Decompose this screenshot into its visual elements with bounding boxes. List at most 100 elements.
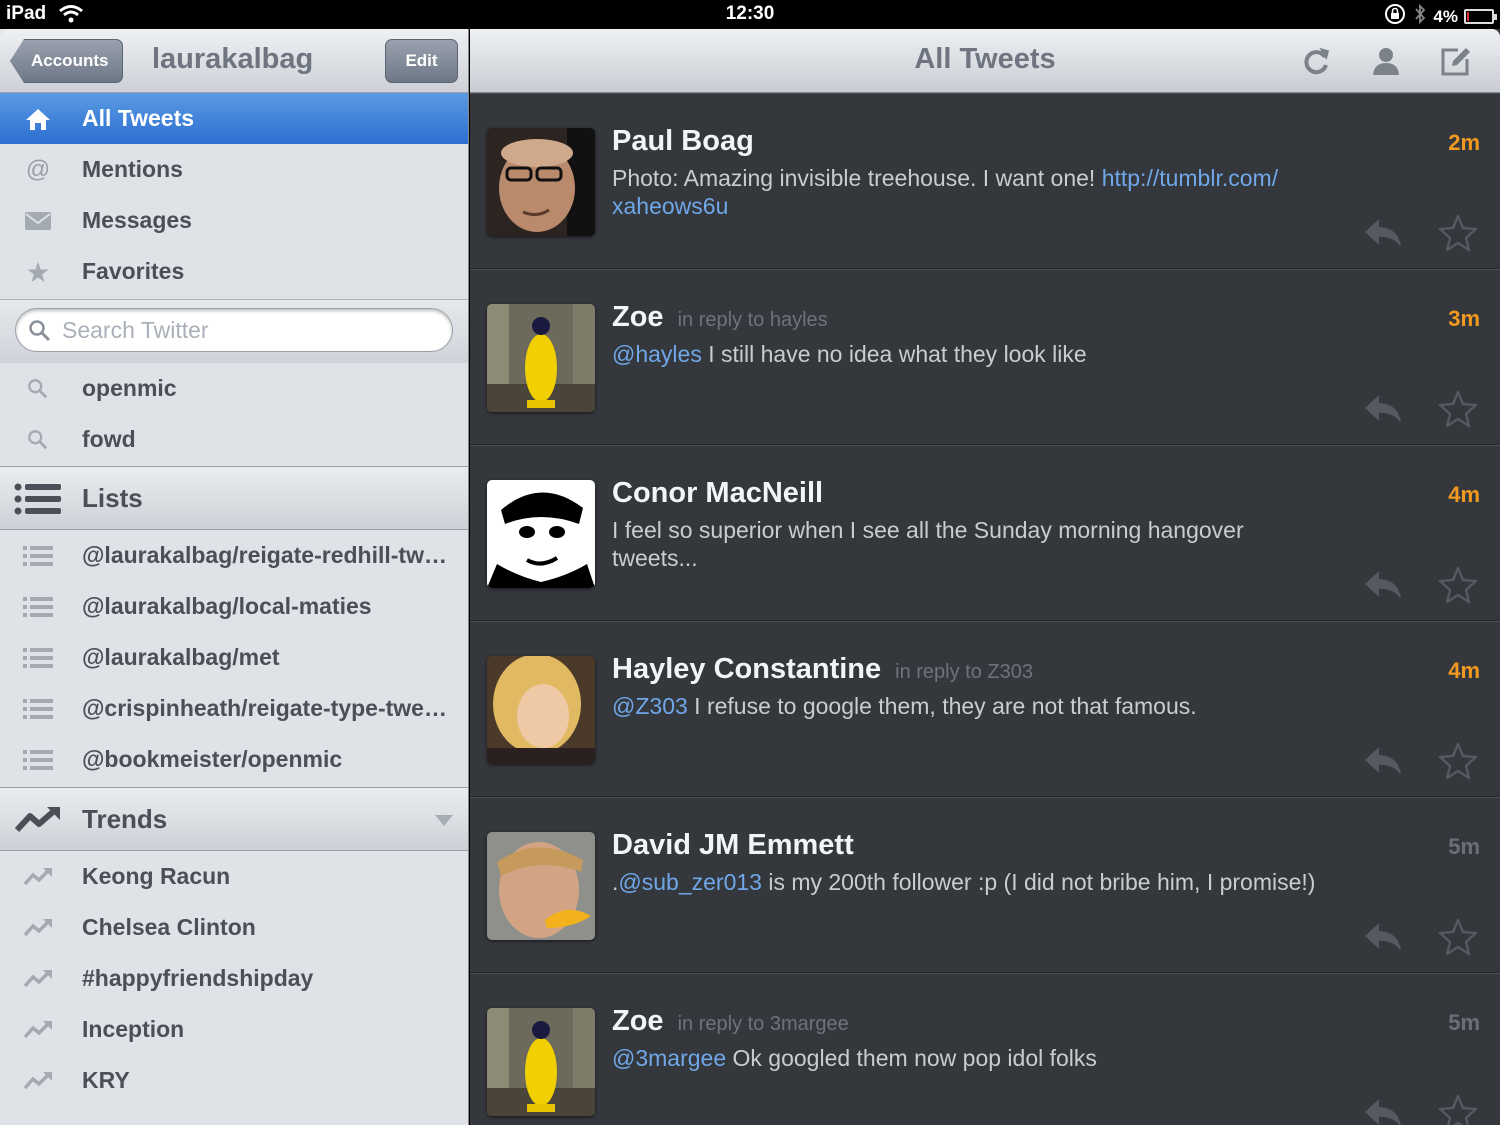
avatar[interactable]: [487, 480, 595, 588]
star-icon[interactable]: [1438, 742, 1478, 785]
clock: 12:30: [725, 3, 775, 24]
search-icon: [28, 319, 52, 348]
trend-item[interactable]: Keong Racun: [0, 851, 468, 902]
search-input[interactable]: [62, 315, 432, 345]
profile-icon[interactable]: [1368, 43, 1404, 79]
chevron-down-icon[interactable]: [435, 815, 453, 826]
tweet-author[interactable]: Zoe in reply to hayles: [612, 301, 828, 334]
tweet-mention[interactable]: @hayles: [612, 341, 702, 367]
avatar[interactable]: [487, 1008, 595, 1116]
tweet-cell[interactable]: Paul Boag 2m Photo: Amazing invisible tr…: [470, 93, 1500, 269]
sidebar-navbar: Accounts laurakalbag Edit: [0, 29, 468, 93]
trends-header-label: Trends: [82, 804, 168, 834]
avatar[interactable]: [487, 656, 595, 764]
trends-header[interactable]: Trends: [0, 787, 468, 851]
accounts-back-button[interactable]: Accounts: [10, 39, 124, 83]
tweet-cell[interactable]: Conor MacNeill 4m I feel so superior whe…: [470, 445, 1500, 621]
tweet-author[interactable]: Hayley Constantine in reply to Z303: [612, 653, 1033, 686]
sidebar-item-all-tweets[interactable]: All Tweets: [0, 93, 468, 144]
home-icon: [22, 106, 54, 132]
star-icon[interactable]: [1438, 566, 1478, 609]
edit-button[interactable]: Edit: [385, 39, 458, 83]
tweet-cell[interactable]: Hayley Constantine in reply to Z303 4m @Z…: [470, 621, 1500, 797]
sidebar-item-label: All Tweets: [82, 105, 195, 131]
list-label: @laurakalbag/met: [82, 644, 280, 670]
saved-search-fowd[interactable]: fowd: [0, 414, 468, 465]
saved-search-label: openmic: [82, 375, 177, 401]
refresh-icon[interactable]: [1298, 43, 1334, 79]
tweet-mention[interactable]: @sub_zer013: [618, 869, 762, 895]
sidebar-item-messages[interactable]: Messages: [0, 195, 468, 246]
list-item[interactable]: @laurakalbag/reigate-redhill-tw…: [0, 530, 468, 581]
star-icon[interactable]: [1438, 214, 1478, 257]
list-item[interactable]: @crispinheath/reigate-type-twe…: [0, 683, 468, 734]
tweet-author[interactable]: Paul Boag: [612, 125, 754, 158]
tweet-time: 3m: [1448, 306, 1480, 331]
reply-icon[interactable]: [1363, 392, 1403, 431]
star-icon[interactable]: [1438, 918, 1478, 961]
list-icon: [22, 747, 54, 773]
tweet-author[interactable]: Conor MacNeill: [612, 477, 823, 510]
star-icon[interactable]: [1438, 390, 1478, 433]
trend-label: Chelsea Clinton: [82, 914, 256, 940]
sidebar-item-label: Favorites: [82, 258, 185, 284]
reply-icon[interactable]: [1363, 568, 1403, 607]
list-icon: [22, 594, 54, 620]
trend-label: Keong Racun: [82, 863, 231, 889]
avatar[interactable]: [487, 304, 595, 412]
reply-icon[interactable]: [1363, 744, 1403, 783]
list-icon: [22, 696, 54, 722]
list-label: @bookmeister/openmic: [82, 746, 343, 772]
tweet-author[interactable]: David JM Emmett: [612, 829, 854, 862]
avatar[interactable]: [487, 128, 595, 236]
list-item[interactable]: @laurakalbag/local-maties: [0, 581, 468, 632]
tweet-text: .@sub_zer013 is my 200th follower :p (I …: [612, 869, 1316, 895]
lists-header[interactable]: Lists: [0, 466, 468, 530]
tweet-time: 5m: [1448, 1010, 1480, 1035]
list-icon: [22, 645, 54, 671]
trend-label: #happyfriendshipday: [82, 965, 314, 991]
star-icon: ★: [25, 256, 51, 288]
sidebar: Accounts laurakalbag Edit All Tweets @ M…: [0, 29, 469, 1125]
timeline-navbar: All Tweets: [470, 29, 1500, 93]
list-item[interactable]: @laurakalbag/met: [0, 632, 468, 683]
trend-icon: [22, 1017, 54, 1043]
bluetooth-icon: [1413, 3, 1427, 30]
sidebar-item-mentions[interactable]: @ Mentions: [0, 144, 468, 195]
reply-icon[interactable]: [1363, 1096, 1403, 1125]
tweet-author[interactable]: Zoe in reply to 3margee: [612, 1005, 849, 1038]
tweet-mention[interactable]: @3margee: [612, 1045, 726, 1071]
tweet-text: Photo: Amazing invisible treehouse. I wa…: [612, 165, 1279, 219]
sidebar-item-favorites[interactable]: ★ Favorites: [0, 246, 468, 297]
in-reply-to[interactable]: in reply to Z303: [895, 661, 1033, 683]
tweet-cell[interactable]: Zoe in reply to 3margee 5m @3margee Ok go…: [470, 973, 1500, 1125]
trend-icon: [22, 1068, 54, 1094]
trend-item[interactable]: Chelsea Clinton: [0, 902, 468, 953]
saved-search-openmic[interactable]: openmic: [0, 363, 468, 414]
trend-item[interactable]: #happyfriendshipday: [0, 953, 468, 1004]
list-label: @laurakalbag/reigate-redhill-tw…: [82, 542, 447, 568]
trend-label: Inception: [82, 1016, 185, 1042]
compose-icon[interactable]: [1438, 43, 1474, 79]
tweet-text: I feel so superior when I see all the Su…: [612, 517, 1244, 571]
tweet-time: 2m: [1448, 130, 1480, 155]
trend-icon: [22, 915, 54, 941]
reply-icon[interactable]: [1363, 920, 1403, 959]
list-item[interactable]: @bookmeister/openmic: [0, 734, 468, 785]
tweet-mention[interactable]: @Z303: [612, 693, 688, 719]
avatar[interactable]: [487, 832, 595, 940]
list-label: @crispinheath/reigate-type-twe…: [82, 695, 447, 721]
trend-item[interactable]: Inception: [0, 1004, 468, 1055]
battery-icon: [1464, 9, 1497, 24]
reply-icon[interactable]: [1363, 216, 1403, 255]
list-icon: [14, 483, 62, 520]
in-reply-to[interactable]: in reply to hayles: [678, 309, 828, 331]
tweet-cell[interactable]: David JM Emmett 5m .@sub_zer013 is my 20…: [470, 797, 1500, 973]
in-reply-to[interactable]: in reply to 3margee: [678, 1013, 849, 1035]
saved-search-label: fowd: [82, 426, 136, 452]
tweet-cell[interactable]: Zoe in reply to hayles 3m @hayles I still…: [470, 269, 1500, 445]
page-title: All Tweets: [914, 43, 1056, 75]
star-icon[interactable]: [1438, 1094, 1478, 1125]
search-field[interactable]: [15, 308, 453, 352]
trend-item[interactable]: KRY: [0, 1055, 468, 1106]
